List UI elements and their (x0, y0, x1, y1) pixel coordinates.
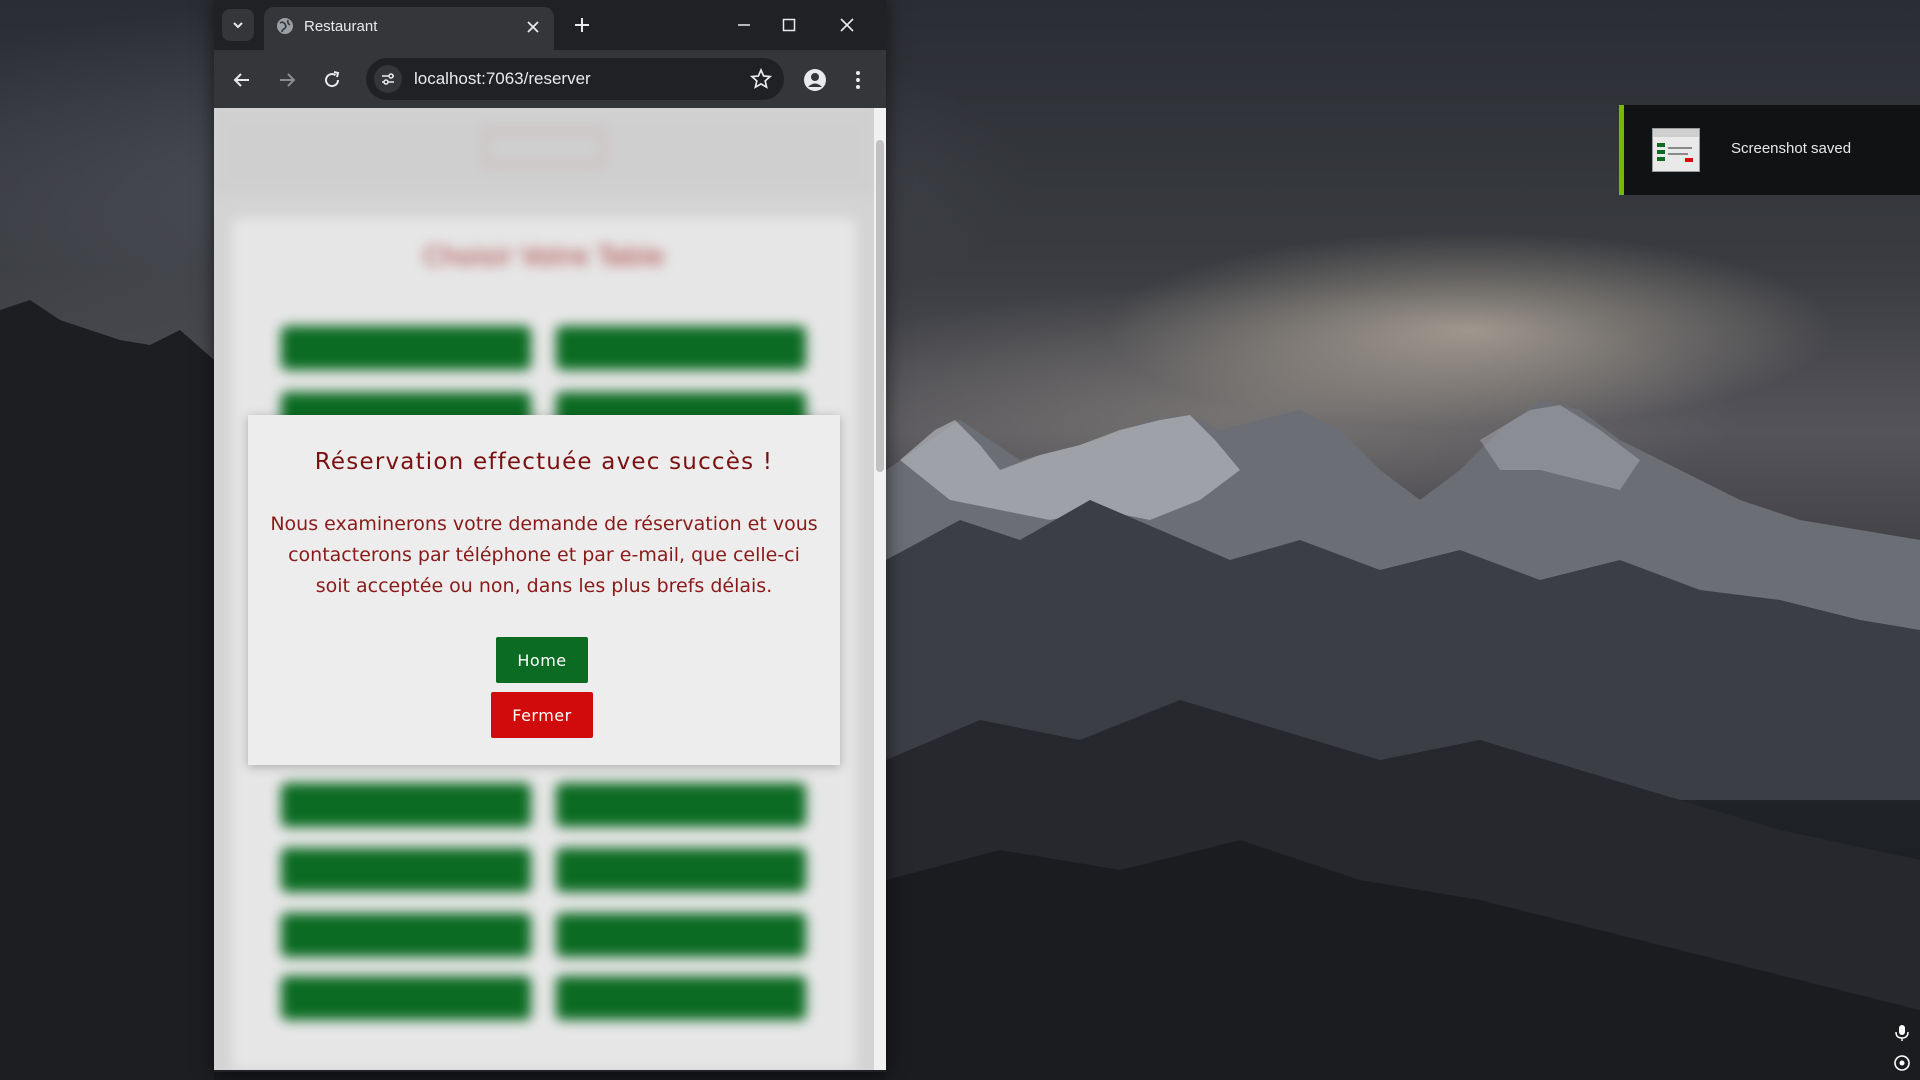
table-button (281, 913, 531, 957)
more-vert-icon (856, 71, 860, 89)
browser-menu-button[interactable] (842, 64, 874, 96)
table-button (556, 976, 806, 1020)
table-button (556, 913, 806, 957)
page-viewport: Choisir Votre Table Réservation effectué… (214, 108, 874, 1070)
tune-icon (382, 73, 394, 85)
tab-search-button[interactable] (222, 9, 254, 41)
maximize-icon (782, 18, 796, 32)
table-button (556, 783, 806, 827)
globe-icon (277, 18, 293, 34)
reload-icon (325, 71, 340, 88)
page-scrollbar[interactable] (874, 108, 886, 1070)
close-window-button[interactable] (825, 8, 869, 42)
close-modal-button[interactable]: Fermer (491, 692, 593, 738)
back-button[interactable] (226, 64, 258, 96)
home-button[interactable]: Home (496, 637, 588, 683)
arrow-left-icon (233, 73, 249, 87)
page-header (214, 108, 874, 194)
address-bar[interactable]: localhost:7063/reserver (366, 58, 784, 100)
tab-strip: Restaurant (214, 0, 886, 50)
table-button (556, 848, 806, 892)
screenshot-thumbnail (1652, 128, 1700, 172)
toast-message: Screenshot saved (1731, 140, 1852, 157)
profile-button[interactable] (799, 64, 831, 96)
tab-close-button[interactable] (522, 16, 544, 38)
browser-window: Restaurant localhost:7063/reserver Chois… (214, 0, 886, 1072)
account-icon (804, 69, 826, 91)
overlay-settings-icon[interactable] (1893, 1054, 1911, 1072)
table-button (281, 326, 531, 370)
forward-button[interactable] (271, 64, 303, 96)
table-button (281, 783, 531, 827)
modal-title: Réservation effectuée avec succès ! (314, 449, 774, 475)
site-info-button[interactable] (374, 65, 402, 93)
table-button (556, 326, 806, 370)
page-heading: Choisir Votre Table (423, 242, 665, 272)
close-icon (840, 18, 854, 32)
plus-icon (575, 18, 589, 32)
url-text[interactable]: localhost:7063/reserver (414, 68, 591, 90)
screenshot-preview-icon (1653, 129, 1699, 162)
modal-message: Nous examinerons votre demande de réserv… (270, 513, 818, 597)
maximize-button[interactable] (767, 8, 811, 42)
minimize-button[interactable] (722, 8, 766, 42)
table-button (281, 976, 531, 1020)
microphone-icon[interactable] (1893, 1024, 1911, 1042)
new-tab-button[interactable] (568, 11, 596, 39)
reload-button[interactable] (316, 64, 348, 96)
screenshot-toast[interactable]: Screenshot saved (1619, 105, 1920, 195)
table-button (281, 848, 531, 892)
tab-restaurant[interactable]: Restaurant (264, 7, 554, 50)
bookmark-star-icon[interactable] (750, 68, 772, 90)
arrow-right-icon (280, 73, 296, 87)
tab-title: Restaurant (304, 18, 378, 35)
chevron-down-icon (233, 22, 243, 29)
minimize-icon (738, 24, 750, 26)
browser-toolbar: localhost:7063/reserver (214, 50, 886, 108)
restaurant-logo (484, 130, 604, 166)
scrollbar-thumb[interactable] (876, 140, 884, 472)
success-modal: Réservation effectuée avec succès ! Nous… (248, 415, 840, 765)
close-icon (527, 21, 539, 33)
